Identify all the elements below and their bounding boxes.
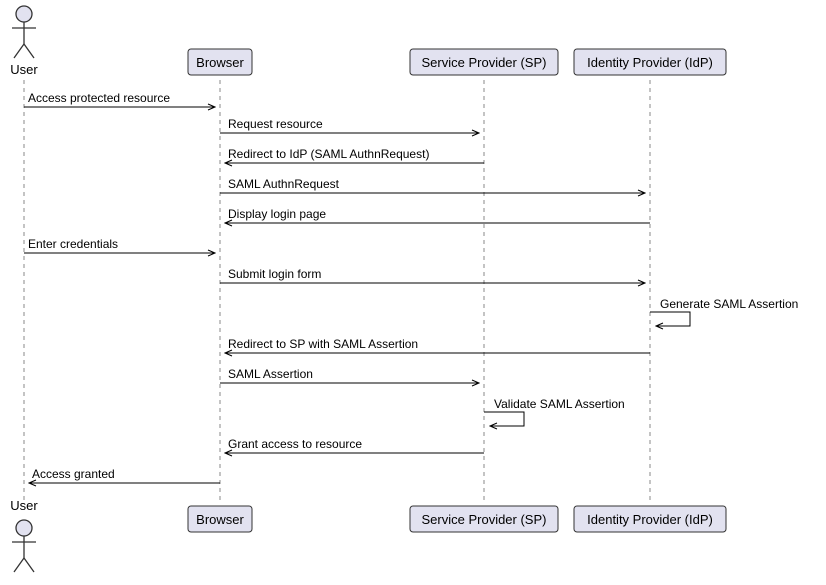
sp-label-bottom: Service Provider (SP) bbox=[422, 512, 547, 527]
msg-label-12: Access granted bbox=[32, 467, 115, 481]
msg-arrow-7 bbox=[650, 312, 690, 326]
idp-label-bottom: Identity Provider (IdP) bbox=[587, 512, 713, 527]
msg-label-5: Enter credentials bbox=[28, 237, 118, 251]
user-label-top: User bbox=[10, 62, 38, 77]
msg-label-0: Access protected resource bbox=[28, 91, 170, 105]
msg-label-4: Display login page bbox=[228, 207, 326, 221]
msg-label-3: SAML AuthnRequest bbox=[228, 177, 340, 191]
msg-label-9: SAML Assertion bbox=[228, 367, 313, 381]
sp-label-top: Service Provider (SP) bbox=[422, 55, 547, 70]
msg-label-2: Redirect to IdP (SAML AuthnRequest) bbox=[228, 147, 429, 161]
msg-label-8: Redirect to SP with SAML Assertion bbox=[228, 337, 418, 351]
idp-label-top: Identity Provider (IdP) bbox=[587, 55, 713, 70]
msg-label-1: Request resource bbox=[228, 117, 323, 131]
browser-box-top: Browser bbox=[188, 49, 252, 75]
sp-box-bottom: Service Provider (SP) bbox=[410, 506, 558, 532]
user-label-bottom: User bbox=[10, 498, 38, 513]
browser-label-bottom: Browser bbox=[196, 512, 244, 527]
msg-label-7: Generate SAML Assertion bbox=[660, 297, 798, 311]
msg-label-10: Validate SAML Assertion bbox=[494, 397, 625, 411]
msg-label-6: Submit login form bbox=[228, 267, 321, 281]
idp-box-bottom: Identity Provider (IdP) bbox=[574, 506, 726, 532]
idp-box-top: Identity Provider (IdP) bbox=[574, 49, 726, 75]
sequence-diagram: User Browser Service Provider (SP) Ident… bbox=[0, 0, 826, 585]
user-actor-bottom: User bbox=[10, 498, 38, 572]
browser-box-bottom: Browser bbox=[188, 506, 252, 532]
msg-arrow-10 bbox=[484, 412, 524, 426]
browser-label-top: Browser bbox=[196, 55, 244, 70]
sp-box-top: Service Provider (SP) bbox=[410, 49, 558, 75]
user-actor-top: User bbox=[10, 6, 38, 77]
msg-label-11: Grant access to resource bbox=[228, 437, 362, 451]
